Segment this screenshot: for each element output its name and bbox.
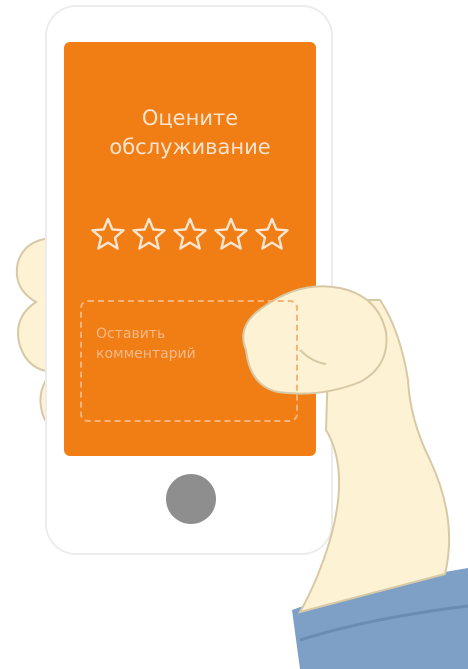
comment-placeholder-line2: комментарий [96,346,196,362]
star-5-icon[interactable] [254,216,290,252]
star-rating [90,212,290,256]
rating-illustration: Оцените обслуживание Оставить комментари… [0,0,468,669]
star-1-icon[interactable] [90,216,126,252]
star-3-icon[interactable] [172,216,208,252]
rate-title-line2: обслуживание [109,135,271,159]
leave-comment-field[interactable]: Оставить комментарий [80,300,298,422]
home-button[interactable] [166,474,216,524]
rate-title-line1: Оцените [141,106,239,130]
rating-screen: Оцените обслуживание Оставить комментари… [64,42,316,456]
star-2-icon[interactable] [131,216,167,252]
comment-placeholder-line1: Оставить [96,326,166,342]
star-4-icon[interactable] [213,216,249,252]
rate-title: Оцените обслуживание [64,104,316,162]
